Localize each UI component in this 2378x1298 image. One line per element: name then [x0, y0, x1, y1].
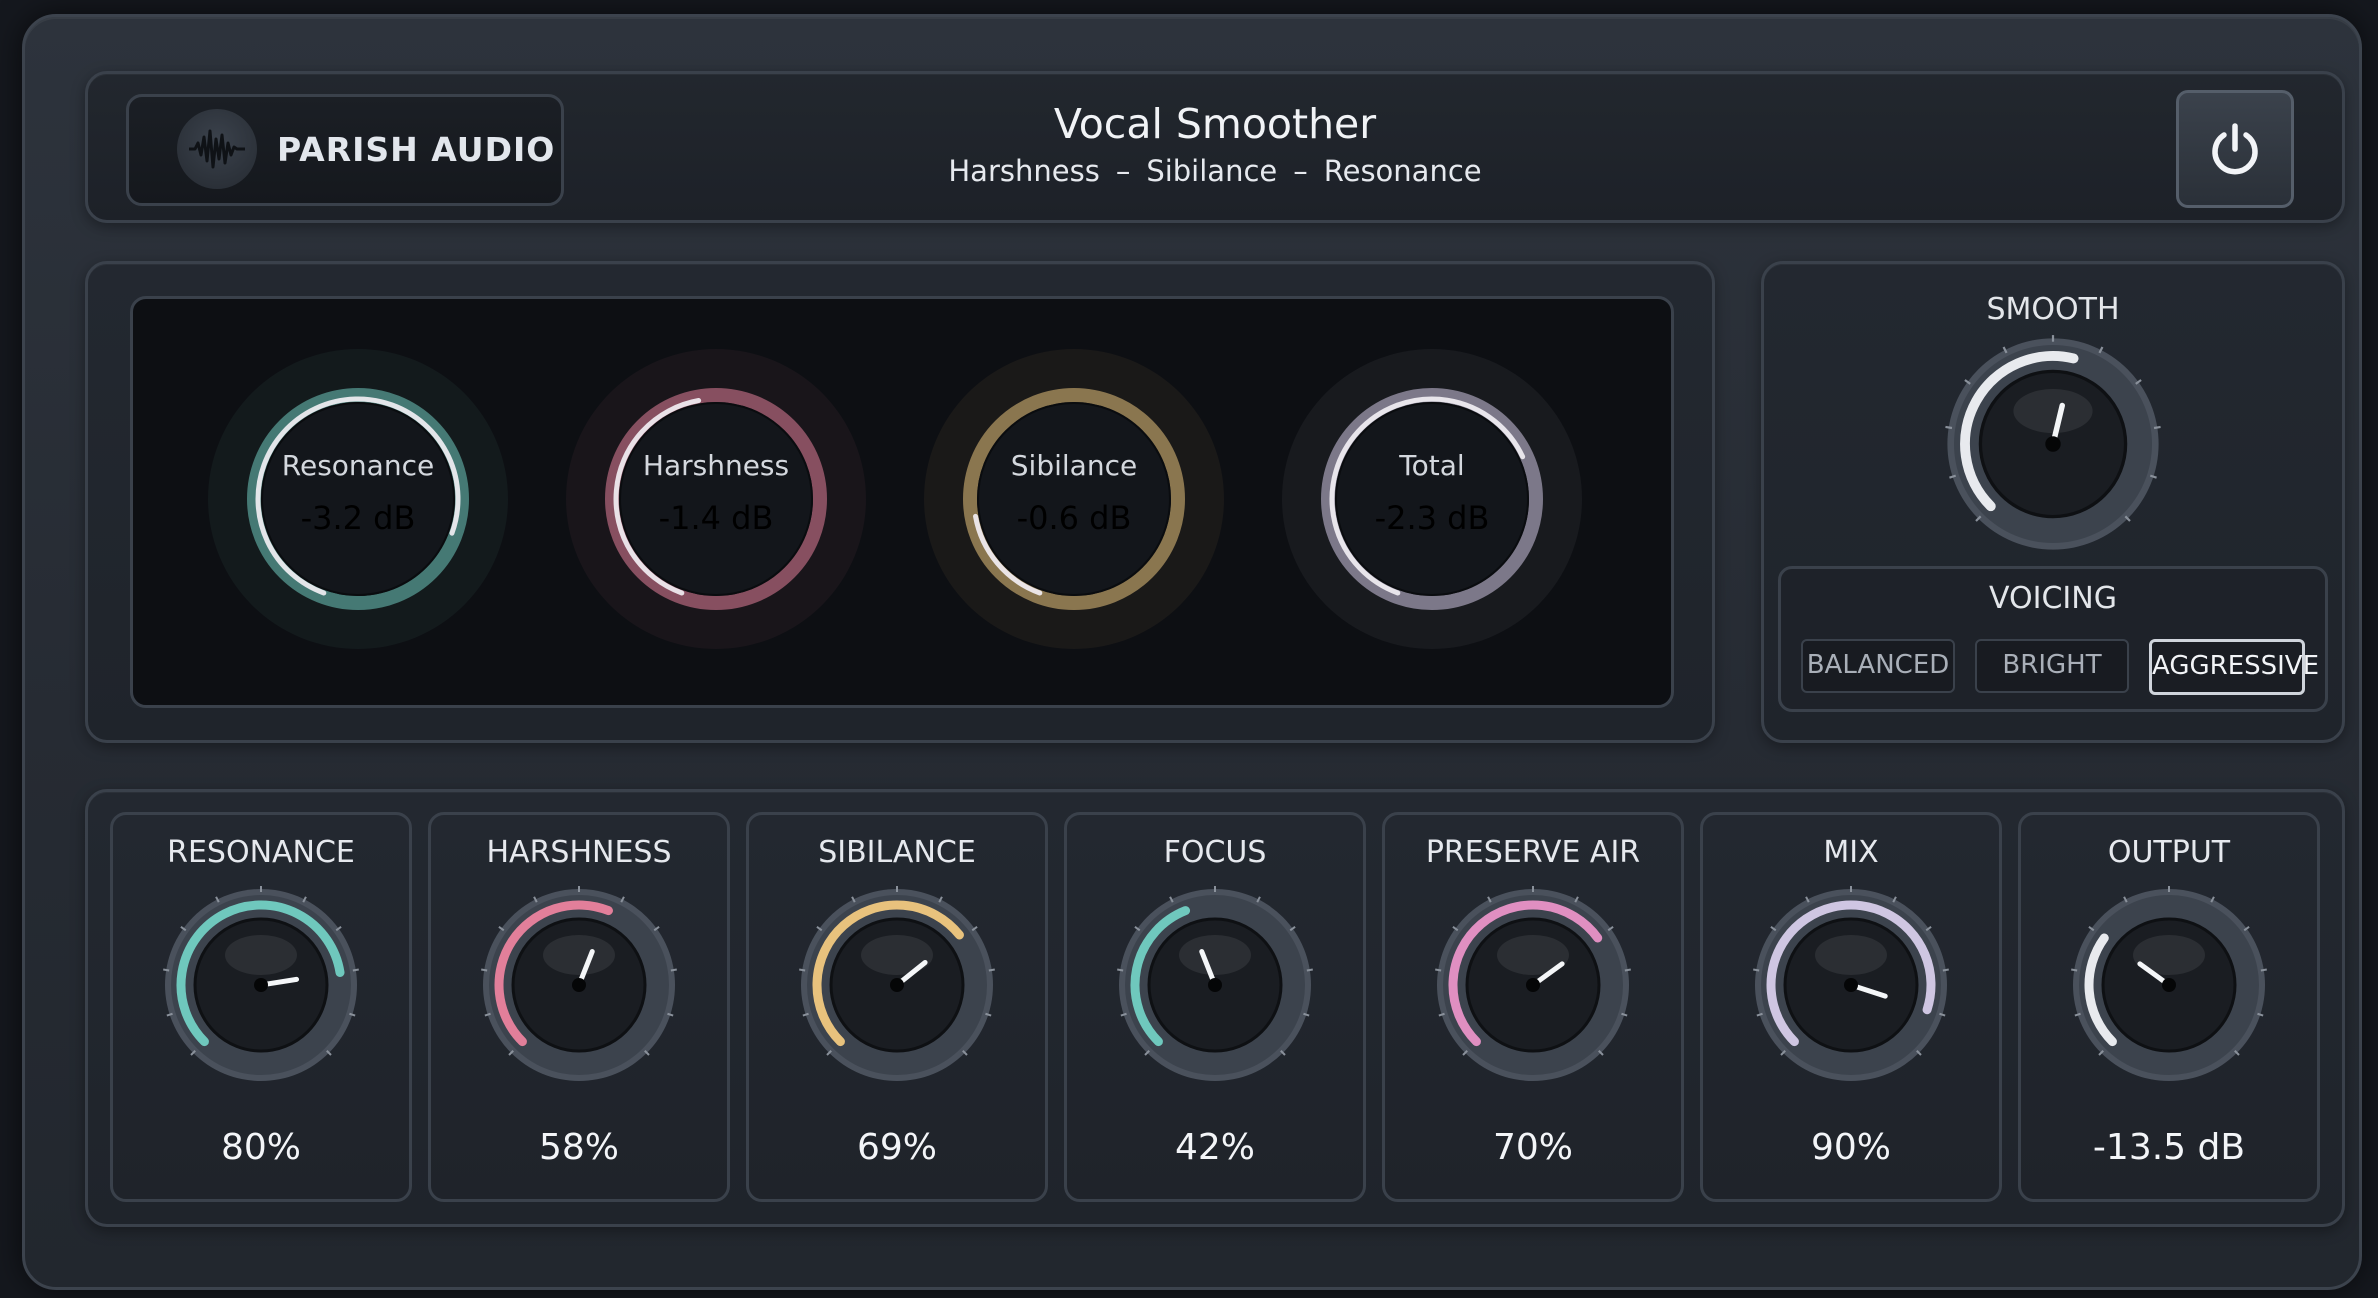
control-preserve-air: PRESERVE AIR 70% [1382, 812, 1684, 1202]
knob-label: PRESERVE AIR [1425, 835, 1641, 870]
voicing-group: VOICING BALANCED BRIGHT AGGRESSIVE [1778, 566, 2328, 712]
meter-resonance: Resonance -3.2 dB [208, 349, 508, 649]
knob-center [1208, 978, 1222, 992]
control-output: OUTPUT -13.5 dB [2018, 812, 2320, 1202]
knob-value: 70% [1492, 1127, 1573, 1168]
knob-center [2162, 978, 2176, 992]
knob-tick [481, 968, 488, 972]
gain-reduction-meters-panel: Resonance -3.2 dB Harshness -1.4 dB Sibi… [85, 261, 1715, 743]
focus-knob[interactable] [1115, 885, 1315, 1085]
knob-highlight [1815, 935, 1887, 975]
knob-center [890, 978, 904, 992]
knob-value: 80% [220, 1127, 301, 1168]
mix-knob[interactable] [1751, 885, 1951, 1085]
control-sibilance: SIBILANCE 69% [746, 812, 1048, 1202]
knob-highlight [861, 935, 933, 975]
knob-label: FOCUS [1163, 835, 1267, 870]
knob-label: RESONANCE [167, 835, 355, 870]
knob-tick [1942, 968, 1949, 972]
control-focus: FOCUS 42% [1064, 812, 1366, 1202]
header-bar: PARISH AUDIO Vocal Smoother Harshness – Si… [85, 71, 2345, 223]
meter-sibilance: Sibilance -0.6 dB [924, 349, 1224, 649]
control-mix: MIX 90% [1700, 812, 2002, 1202]
knob-highlight [2013, 389, 2093, 433]
smooth-knob[interactable] [1943, 334, 2163, 554]
meter-value: -0.6 dB [1016, 499, 1132, 537]
smooth-voicing-panel: SMOOTH VOICING BALANCED BRIGHT AGGRESSIV… [1761, 261, 2345, 743]
plugin-window: PARISH AUDIO Vocal Smoother Harshness – Si… [22, 14, 2362, 1290]
knob-label: OUTPUT [2107, 835, 2231, 870]
knob-tick [2153, 425, 2161, 430]
knob-highlight [1179, 935, 1251, 975]
power-icon [2212, 123, 2258, 175]
knob-value: -13.5 dB [2092, 1127, 2246, 1168]
knob-label: MIX [1823, 835, 1879, 870]
subtitle-harshness: Harshness [948, 154, 1100, 188]
knob-tick [1435, 968, 1442, 972]
knob-center [572, 978, 586, 992]
knob-value: 90% [1810, 1127, 1891, 1168]
control-harshness: HARSHNESS 58% [428, 812, 730, 1202]
subtitle-resonance: Resonance [1323, 154, 1482, 188]
knob-tick [1945, 425, 1953, 430]
smooth-label: SMOOTH [1986, 292, 2120, 327]
meter-label: Total [1399, 449, 1465, 482]
meter-value: -1.4 dB [658, 499, 774, 537]
knob-tick [1624, 968, 1631, 972]
subtitle-separator: – [1115, 154, 1131, 188]
knob-value: 42% [1174, 1127, 1255, 1168]
sibilance-knob[interactable] [797, 885, 997, 1085]
voicing-bright-button[interactable]: BRIGHT [1975, 639, 2129, 693]
meter-display: Resonance -3.2 dB Harshness -1.4 dB Sibi… [130, 296, 1674, 708]
knob-tick [1753, 968, 1760, 972]
meter-total: Total -2.3 dB [1282, 349, 1582, 649]
knob-tick [1306, 968, 1313, 972]
meter-label: Sibilance [1010, 449, 1138, 482]
knob-tick [799, 968, 806, 972]
knob-center [254, 978, 268, 992]
knob-highlight [543, 935, 615, 975]
knob-tick [988, 968, 995, 972]
controls-panel: RESONANCE 80% HARSHNESS 58% SIBILANCE 69… [85, 789, 2345, 1227]
meter-harshness: Harshness -1.4 dB [566, 349, 866, 649]
knob-tick [2260, 968, 2267, 972]
knob-tick [670, 968, 677, 972]
meter-label: Harshness [642, 449, 790, 482]
voicing-balanced-button[interactable]: BALANCED [1801, 639, 1955, 693]
plugin-subtitle: Harshness – Sibilance – Resonance [88, 154, 2342, 188]
knob-tick [352, 968, 359, 972]
knob-label: HARSHNESS [486, 835, 672, 870]
power-button[interactable] [2176, 90, 2294, 208]
subtitle-separator: – [1293, 154, 1308, 188]
voicing-aggressive-button[interactable]: AGGRESSIVE [2149, 639, 2319, 695]
meter-value: -2.3 dB [1374, 499, 1490, 537]
knob-value: 58% [538, 1127, 619, 1168]
subtitle-sibilance: Sibilance [1146, 154, 1278, 188]
knob-tick [1117, 968, 1124, 972]
meter-value: -3.2 dB [300, 499, 416, 537]
preserve-air-knob[interactable] [1433, 885, 1633, 1085]
knob-tick [163, 968, 170, 972]
meter-label: Resonance [281, 449, 435, 482]
voicing-label: VOICING [1989, 581, 2117, 616]
knob-value: 69% [856, 1127, 937, 1168]
harshness-knob[interactable] [479, 885, 679, 1085]
plugin-title: Vocal Smoother [1053, 100, 1377, 148]
knob-tick [2071, 968, 2078, 972]
knob-center [1844, 978, 1858, 992]
knob-center [2045, 436, 2061, 452]
output-knob[interactable] [2069, 885, 2269, 1085]
resonance-knob[interactable] [161, 885, 361, 1085]
control-resonance: RESONANCE 80% [110, 812, 412, 1202]
knob-label: SIBILANCE [818, 835, 976, 870]
knob-highlight [225, 935, 297, 975]
knob-center [1526, 978, 1540, 992]
